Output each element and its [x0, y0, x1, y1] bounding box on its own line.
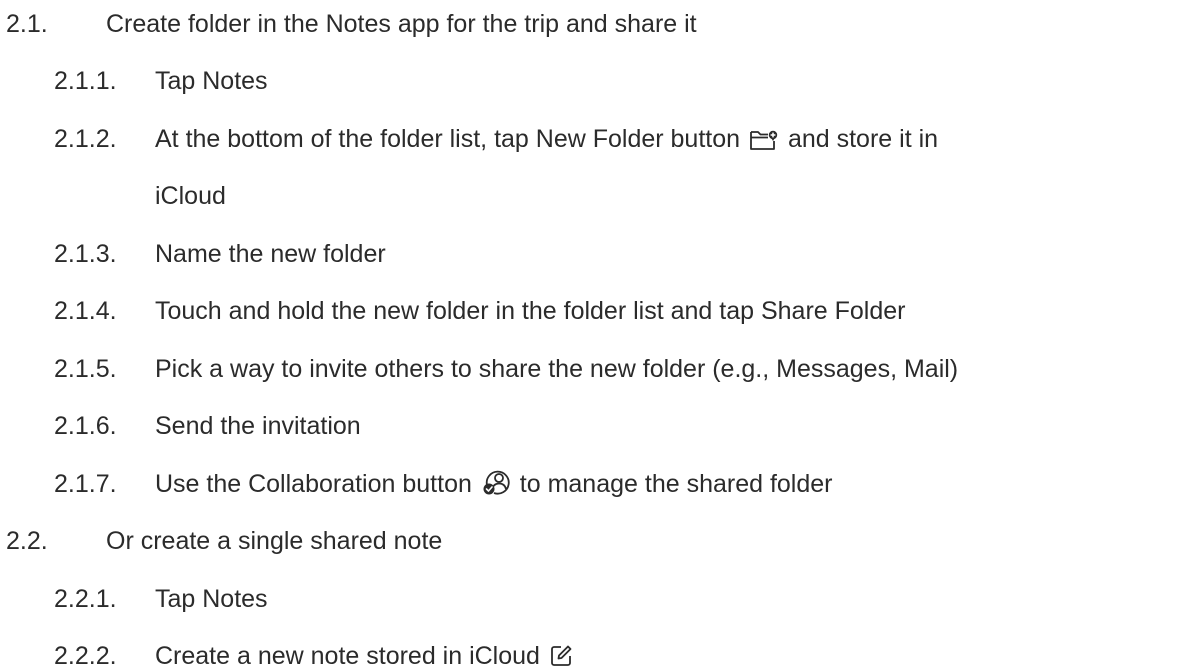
new-folder-icon — [749, 129, 779, 151]
step-text: Pick a way to invite others to share the… — [155, 355, 959, 383]
step-text: Send the invitation — [155, 412, 361, 440]
section-number: 2.2. — [6, 527, 48, 555]
step-text-after: to manage the shared folder — [519, 470, 833, 498]
step-number: 2.1.1. — [54, 67, 117, 95]
step-number: 2.1.5. — [54, 355, 117, 383]
collaboration-icon — [481, 468, 511, 496]
instruction-document: 2.1. Create folder in the Notes app for … — [0, 0, 1188, 670]
step-text-before: At the bottom of the folder list, tap Ne… — [155, 125, 741, 153]
step-text: Tap Notes — [155, 585, 268, 613]
compose-note-icon — [549, 644, 573, 668]
step-text: Touch and hold the new folder in the fol… — [155, 297, 906, 325]
step-text-continuation: iCloud — [155, 182, 226, 210]
step-text-before: Use the Collaboration button — [155, 470, 472, 498]
step-text: Use the Collaboration button to manage t… — [155, 468, 833, 500]
step-text: At the bottom of the folder list, tap Ne… — [155, 123, 938, 155]
step-text: Tap Notes — [155, 67, 268, 95]
section-title: Or create a single shared note — [106, 527, 443, 555]
step-number: 2.2.2. — [54, 642, 117, 670]
step-number: 2.1.4. — [54, 297, 117, 325]
step-number: 2.1.3. — [54, 240, 117, 268]
step-text: Create a new note stored in iCloud — [155, 640, 575, 672]
step-text-before: Create a new note stored in iCloud — [155, 642, 540, 670]
section-title: Create folder in the Notes app for the t… — [106, 10, 697, 38]
step-number: 2.2.1. — [54, 585, 117, 613]
step-number: 2.1.7. — [54, 470, 117, 498]
section-number: 2.1. — [6, 10, 48, 38]
step-number: 2.1.6. — [54, 412, 117, 440]
step-number: 2.1.2. — [54, 125, 117, 153]
step-text-after: and store it in — [787, 125, 939, 153]
step-text: Name the new folder — [155, 240, 386, 268]
